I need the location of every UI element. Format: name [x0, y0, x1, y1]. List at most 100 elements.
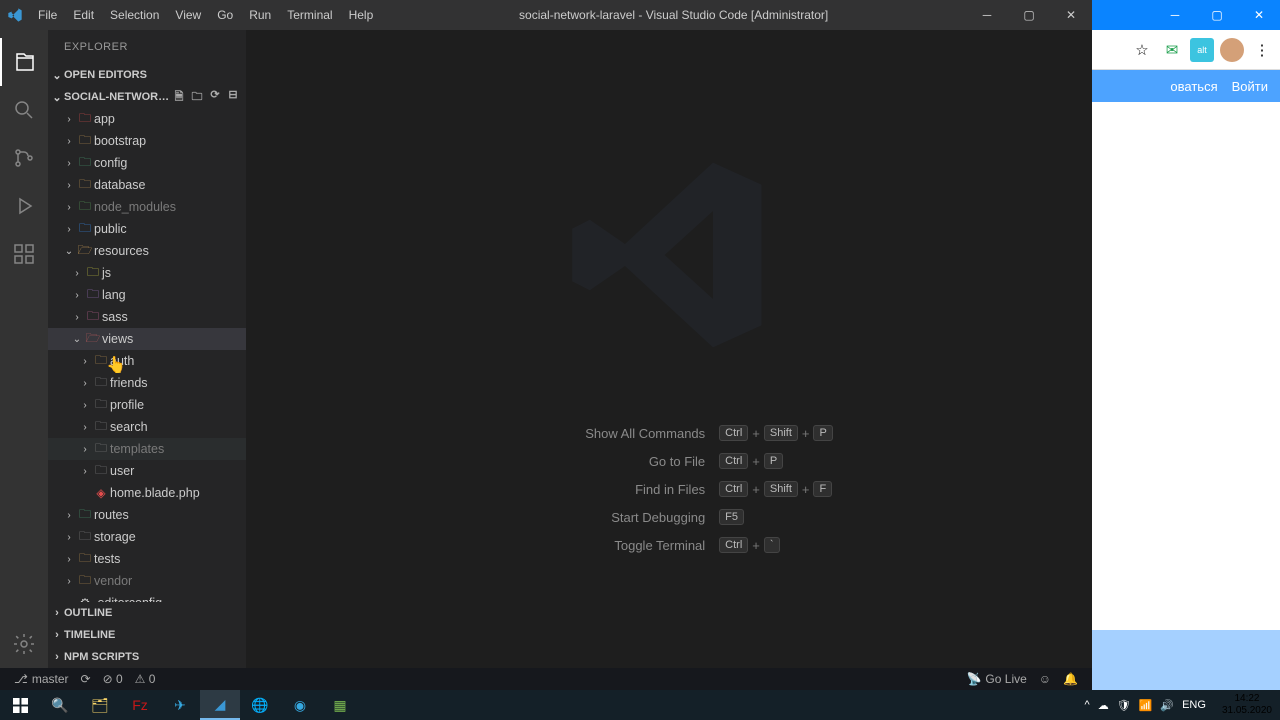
chrome-icon[interactable]: 🌐 — [240, 690, 280, 720]
sync-button[interactable]: ⟳ — [75, 672, 97, 686]
warnings-count[interactable]: ⚠ 0 — [129, 672, 162, 686]
activity-bar — [0, 30, 48, 668]
browser-content — [1092, 102, 1280, 630]
tree-item-auth[interactable]: ›🗀auth — [48, 350, 246, 372]
collapse-icon[interactable]: ⊟ — [224, 88, 242, 107]
tree-item-resources[interactable]: ⌄🗁resources — [48, 240, 246, 262]
tree-item-app[interactable]: ›🗀app — [48, 108, 246, 130]
vscode-logo-icon — [559, 145, 779, 365]
tree-item-bootstrap[interactable]: ›🗀bootstrap — [48, 130, 246, 152]
taskbar-search-icon[interactable]: 🔍 — [40, 690, 80, 720]
settings-icon[interactable] — [0, 620, 48, 668]
search-icon[interactable] — [0, 86, 48, 134]
star-icon[interactable]: ☆ — [1130, 38, 1154, 62]
menu-view[interactable]: View — [167, 0, 209, 30]
tray-icon[interactable]: 🔊 — [1156, 699, 1178, 712]
tree-item-home-blade-php[interactable]: ◈home.blade.php — [48, 482, 246, 504]
new-folder-icon[interactable]: 🗀 — [188, 88, 206, 107]
browser-window: ─ ▢ ✕ ☆ ✉ alt ⋮ оваться Войти — [1092, 0, 1280, 690]
shortcut-row: Toggle TerminalCtrl+` — [505, 537, 833, 553]
tree-item-node_modules[interactable]: ›🗀node_modules — [48, 196, 246, 218]
close-button[interactable]: ✕ — [1050, 0, 1092, 30]
file-tree[interactable]: ›🗀app›🗀bootstrap›🗀config›🗀database›🗀node… — [48, 108, 246, 602]
tray-icon[interactable]: 🛡 — [1113, 699, 1135, 712]
tree-item-tests[interactable]: ›🗀tests — [48, 548, 246, 570]
menu-help[interactable]: Help — [341, 0, 382, 30]
minimize-button[interactable]: ─ — [966, 0, 1008, 30]
menu-bar: FileEditSelectionViewGoRunTerminalHelp — [30, 0, 381, 30]
outline-section[interactable]: ›OUTLINE — [48, 602, 246, 624]
vscode-icon — [0, 7, 30, 23]
tray-icon[interactable]: ☁ — [1094, 699, 1113, 712]
errors-count[interactable]: ⊘ 0 — [97, 672, 129, 686]
notifications-icon[interactable]: 🔔 — [1057, 672, 1084, 686]
git-branch[interactable]: ⎇master — [8, 672, 75, 686]
menu-icon[interactable]: ⋮ — [1250, 38, 1274, 62]
tree-item--editorconfig[interactable]: ⚙.editorconfig — [48, 592, 246, 602]
menu-selection[interactable]: Selection — [102, 0, 167, 30]
titlebar: FileEditSelectionViewGoRunTerminalHelp s… — [0, 0, 1092, 30]
menu-go[interactable]: Go — [209, 0, 241, 30]
sidebar: EXPLORER ⌄OPEN EDITORS ⌄SOCIAL-NETWORK-L… — [48, 30, 246, 668]
telegram-icon[interactable]: ✈ — [160, 690, 200, 720]
refresh-icon[interactable]: ⟳ — [206, 88, 224, 107]
feedback-icon[interactable]: ☺ — [1033, 672, 1057, 686]
nav-link[interactable]: оваться — [1170, 79, 1217, 94]
menu-run[interactable]: Run — [241, 0, 279, 30]
nav-link[interactable]: Войти — [1232, 79, 1268, 94]
tree-item-views[interactable]: ⌄🗁views — [48, 328, 246, 350]
maximize-button[interactable]: ▢ — [1008, 0, 1050, 30]
open-editors-section[interactable]: ⌄OPEN EDITORS — [48, 64, 246, 86]
vscode-taskbar-icon[interactable]: ◢ — [200, 690, 240, 720]
tree-item-user[interactable]: ›🗀user — [48, 460, 246, 482]
debug-icon[interactable] — [0, 182, 48, 230]
explorer-taskbar-icon[interactable]: 🗂 — [80, 690, 120, 720]
browser-close-button[interactable]: ✕ — [1238, 8, 1280, 22]
browser-maximize-button[interactable]: ▢ — [1196, 8, 1238, 22]
shortcut-row: Start DebuggingF5 — [505, 509, 833, 525]
tree-item-sass[interactable]: ›🗀sass — [48, 306, 246, 328]
go-live-button[interactable]: 📡Go Live — [960, 672, 1032, 686]
new-file-icon[interactable]: 🗎 — [170, 88, 188, 107]
npm-scripts-section[interactable]: ›NPM SCRIPTS — [48, 646, 246, 668]
tray-icon[interactable]: 📶 — [1135, 699, 1157, 712]
menu-edit[interactable]: Edit — [65, 0, 102, 30]
welcome-watermark: Show All CommandsCtrl+Shift+PGo to FileC… — [505, 145, 833, 553]
extensions-icon[interactable] — [0, 230, 48, 278]
menu-terminal[interactable]: Terminal — [279, 0, 340, 30]
filezilla-icon[interactable]: Fz — [120, 690, 160, 720]
tree-item-lang[interactable]: ›🗀lang — [48, 284, 246, 306]
tree-item-public[interactable]: ›🗀public — [48, 218, 246, 240]
avatar-icon[interactable] — [1220, 38, 1244, 62]
tree-item-database[interactable]: ›🗀database — [48, 174, 246, 196]
system-tray[interactable]: ^☁🛡📶🔊ENG — [1077, 699, 1214, 712]
mail-icon[interactable]: ✉ — [1160, 38, 1184, 62]
timeline-section[interactable]: ›TIMELINE — [48, 624, 246, 646]
tray-icon[interactable]: ^ — [1081, 699, 1094, 711]
tree-item-search[interactable]: ›🗀search — [48, 416, 246, 438]
shortcut-row: Find in FilesCtrl+Shift+F — [505, 481, 833, 497]
app-icon-1[interactable]: ◉ — [280, 690, 320, 720]
tree-item-js[interactable]: ›🗀js — [48, 262, 246, 284]
tree-item-profile[interactable]: ›🗀profile — [48, 394, 246, 416]
tree-item-storage[interactable]: ›🗀storage — [48, 526, 246, 548]
browser-minimize-button[interactable]: ─ — [1154, 8, 1196, 22]
project-section[interactable]: ⌄SOCIAL-NETWORK-LA... 🗎 🗀 ⟳ ⊟ — [48, 86, 246, 108]
menu-file[interactable]: File — [30, 0, 65, 30]
tree-item-config[interactable]: ›🗀config — [48, 152, 246, 174]
windows-taskbar: 🔍 🗂 Fz ✈ ◢ 🌐 ◉ ▦ ^☁🛡📶🔊ENG 14:2231.05.202… — [0, 690, 1280, 720]
tray-icon[interactable]: ENG — [1178, 699, 1210, 711]
app-icon-2[interactable]: ▦ — [320, 690, 360, 720]
explorer-icon[interactable] — [0, 38, 48, 86]
explorer-header: EXPLORER — [48, 30, 246, 64]
browser-nav: оваться Войти — [1092, 70, 1280, 102]
start-button[interactable] — [0, 690, 40, 720]
taskbar-clock[interactable]: 14:2231.05.2020 — [1214, 693, 1280, 717]
browser-footer — [1092, 630, 1280, 690]
tree-item-templates[interactable]: ›🗀templates — [48, 438, 246, 460]
source-control-icon[interactable] — [0, 134, 48, 182]
tree-item-vendor[interactable]: ›🗀vendor — [48, 570, 246, 592]
tree-item-friends[interactable]: ›🗀friends — [48, 372, 246, 394]
tree-item-routes[interactable]: ›🗀routes — [48, 504, 246, 526]
extension-icon[interactable]: alt — [1190, 38, 1214, 62]
